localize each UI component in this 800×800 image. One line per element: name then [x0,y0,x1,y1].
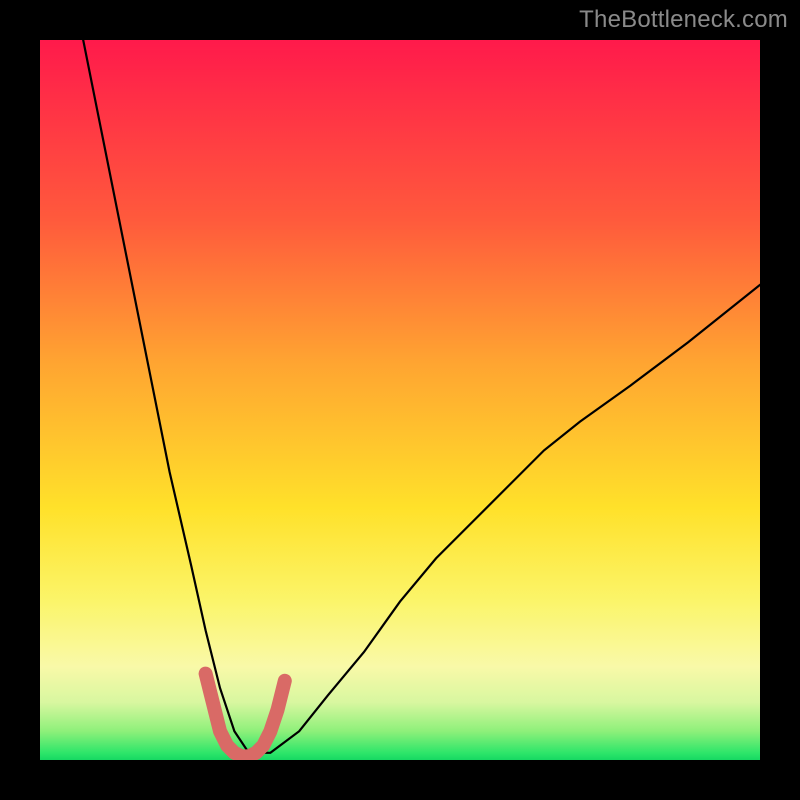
valley-highlight-path [206,674,285,757]
bottleneck-curve-path [83,40,760,753]
chart-frame: TheBottleneck.com [0,0,800,800]
curve-svg [40,40,760,760]
watermark-text: TheBottleneck.com [579,6,788,34]
plot-area [40,40,760,760]
